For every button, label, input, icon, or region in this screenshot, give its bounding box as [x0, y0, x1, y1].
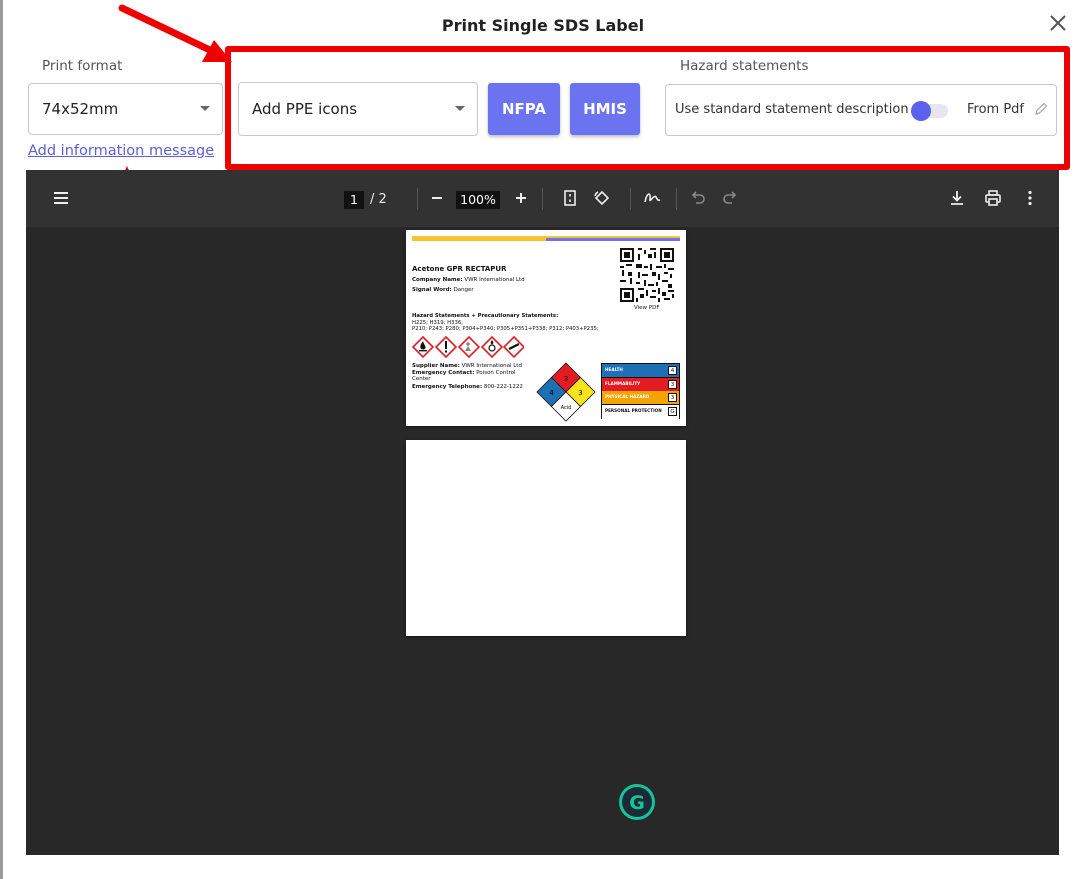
product-name: Acetone GPR RECTAPUR — [412, 265, 507, 273]
flame-icon — [412, 336, 435, 358]
supplier-line: Supplier Name: VWR International Ltd — [412, 363, 522, 369]
print-format-select[interactable]: 74x52mm — [28, 83, 223, 135]
hmis-row-label: PERSONAL PROTECTION — [605, 407, 662, 413]
nfpa-special-value: Acid — [561, 405, 572, 411]
annotation-arrow-icon — [118, 4, 232, 62]
download-icon[interactable] — [947, 188, 967, 208]
nfpa-instability-value: 3 — [578, 389, 582, 397]
hmis-button[interactable]: HMIS — [570, 83, 640, 135]
hmis-row-value: G — [668, 406, 677, 416]
print-icon[interactable] — [983, 188, 1003, 208]
zoom-out-icon[interactable] — [427, 188, 447, 208]
hmis-row: PHYSICAL HAZARD 3 — [602, 391, 679, 405]
rotate-icon[interactable] — [592, 188, 612, 208]
statements-heading: Hazard Statements + Precautionary Statem… — [412, 313, 559, 319]
toolbar-divider — [417, 188, 418, 210]
pdf-toolbar: 1 / 2 100% — [26, 170, 1059, 227]
exclamation-icon — [434, 336, 458, 358]
page-total: / 2 — [370, 192, 387, 207]
chevron-down-icon — [200, 106, 210, 111]
hmis-table: HEALTH 4 FLAMMABILITY 3 PHYSICAL HAZARD 3 PERS… — [601, 363, 680, 419]
annotate-icon[interactable] — [642, 188, 662, 208]
emergency-phone-line: Emergency Telephone: 800-222-1222 — [412, 384, 523, 390]
add-information-message-link[interactable]: Add information message — [28, 143, 214, 159]
hmis-row: HEALTH 4 — [602, 364, 679, 378]
flame-over-circle-icon — [480, 336, 504, 358]
hmis-row-value: 3 — [668, 393, 677, 402]
precautionary-codes: P210; P243; P280; P304+P340; P305+P351+P… — [412, 326, 599, 332]
nfpa-diamond: 3 4 3 Acid — [536, 362, 596, 422]
hmis-row-label: FLAMMABILITY — [605, 380, 641, 386]
ppe-icons-select[interactable]: Add PPE icons — [238, 82, 478, 136]
more-options-icon[interactable] — [1020, 188, 1040, 208]
hmis-row: PERSONAL PROTECTION G — [602, 404, 679, 419]
menu-icon[interactable] — [51, 188, 71, 208]
statement-toggle-knob[interactable] — [911, 101, 931, 121]
company-line: Company Name: VWR International Ltd — [412, 277, 525, 283]
svg-text:G: G — [629, 792, 645, 814]
toolbar-divider — [542, 188, 543, 210]
redo-icon[interactable] — [720, 188, 740, 208]
chevron-down-icon — [455, 106, 465, 111]
hmis-row-label: HEALTH — [605, 367, 623, 372]
ghs-pictograms — [412, 336, 524, 358]
label-color-bar-accent — [546, 238, 680, 241]
fit-page-icon[interactable] — [560, 188, 580, 208]
grammarly-icon[interactable]: G — [618, 783, 656, 821]
hmis-row-value: 4 — [668, 366, 677, 375]
pdf-page-1: Acetone GPR RECTAPUR Company Name: VWR I… — [406, 230, 686, 426]
zoom-level-input[interactable]: 100% — [456, 191, 500, 209]
undo-icon[interactable] — [688, 188, 708, 208]
nfpa-button[interactable]: NFPA — [488, 83, 560, 135]
print-format-value: 74x52mm — [42, 100, 119, 118]
hmis-row: FLAMMABILITY 3 — [602, 377, 679, 392]
hmis-row-label: PHYSICAL HAZARD — [605, 394, 650, 399]
page-number-input[interactable]: 1 — [344, 191, 364, 209]
signal-word-line: Signal Word: Danger — [412, 287, 474, 293]
nfpa-health-value: 4 — [549, 389, 554, 397]
corrosion-icon — [502, 336, 524, 358]
view-pdf-caption: View PDF — [634, 305, 660, 311]
ppe-icons-value: Add PPE icons — [252, 100, 358, 118]
toolbar-divider — [676, 188, 677, 210]
pdf-page-2 — [406, 440, 686, 636]
health-hazard-icon — [457, 336, 481, 358]
from-pdf-label: From Pdf — [967, 102, 1025, 117]
nfpa-flammability-value: 3 — [564, 375, 568, 383]
standard-statement-label: Use standard statement description — [675, 102, 909, 117]
hazard-statements-label: Hazard statements — [678, 58, 811, 74]
pencil-icon[interactable] — [1033, 101, 1049, 117]
zoom-in-icon[interactable] — [511, 188, 531, 208]
qr-code-icon — [620, 248, 674, 302]
close-icon[interactable] — [1047, 12, 1069, 34]
hmis-row-value: 3 — [668, 379, 677, 389]
emergency-contact-line-2: Center — [412, 376, 431, 382]
toolbar-divider — [630, 188, 631, 210]
